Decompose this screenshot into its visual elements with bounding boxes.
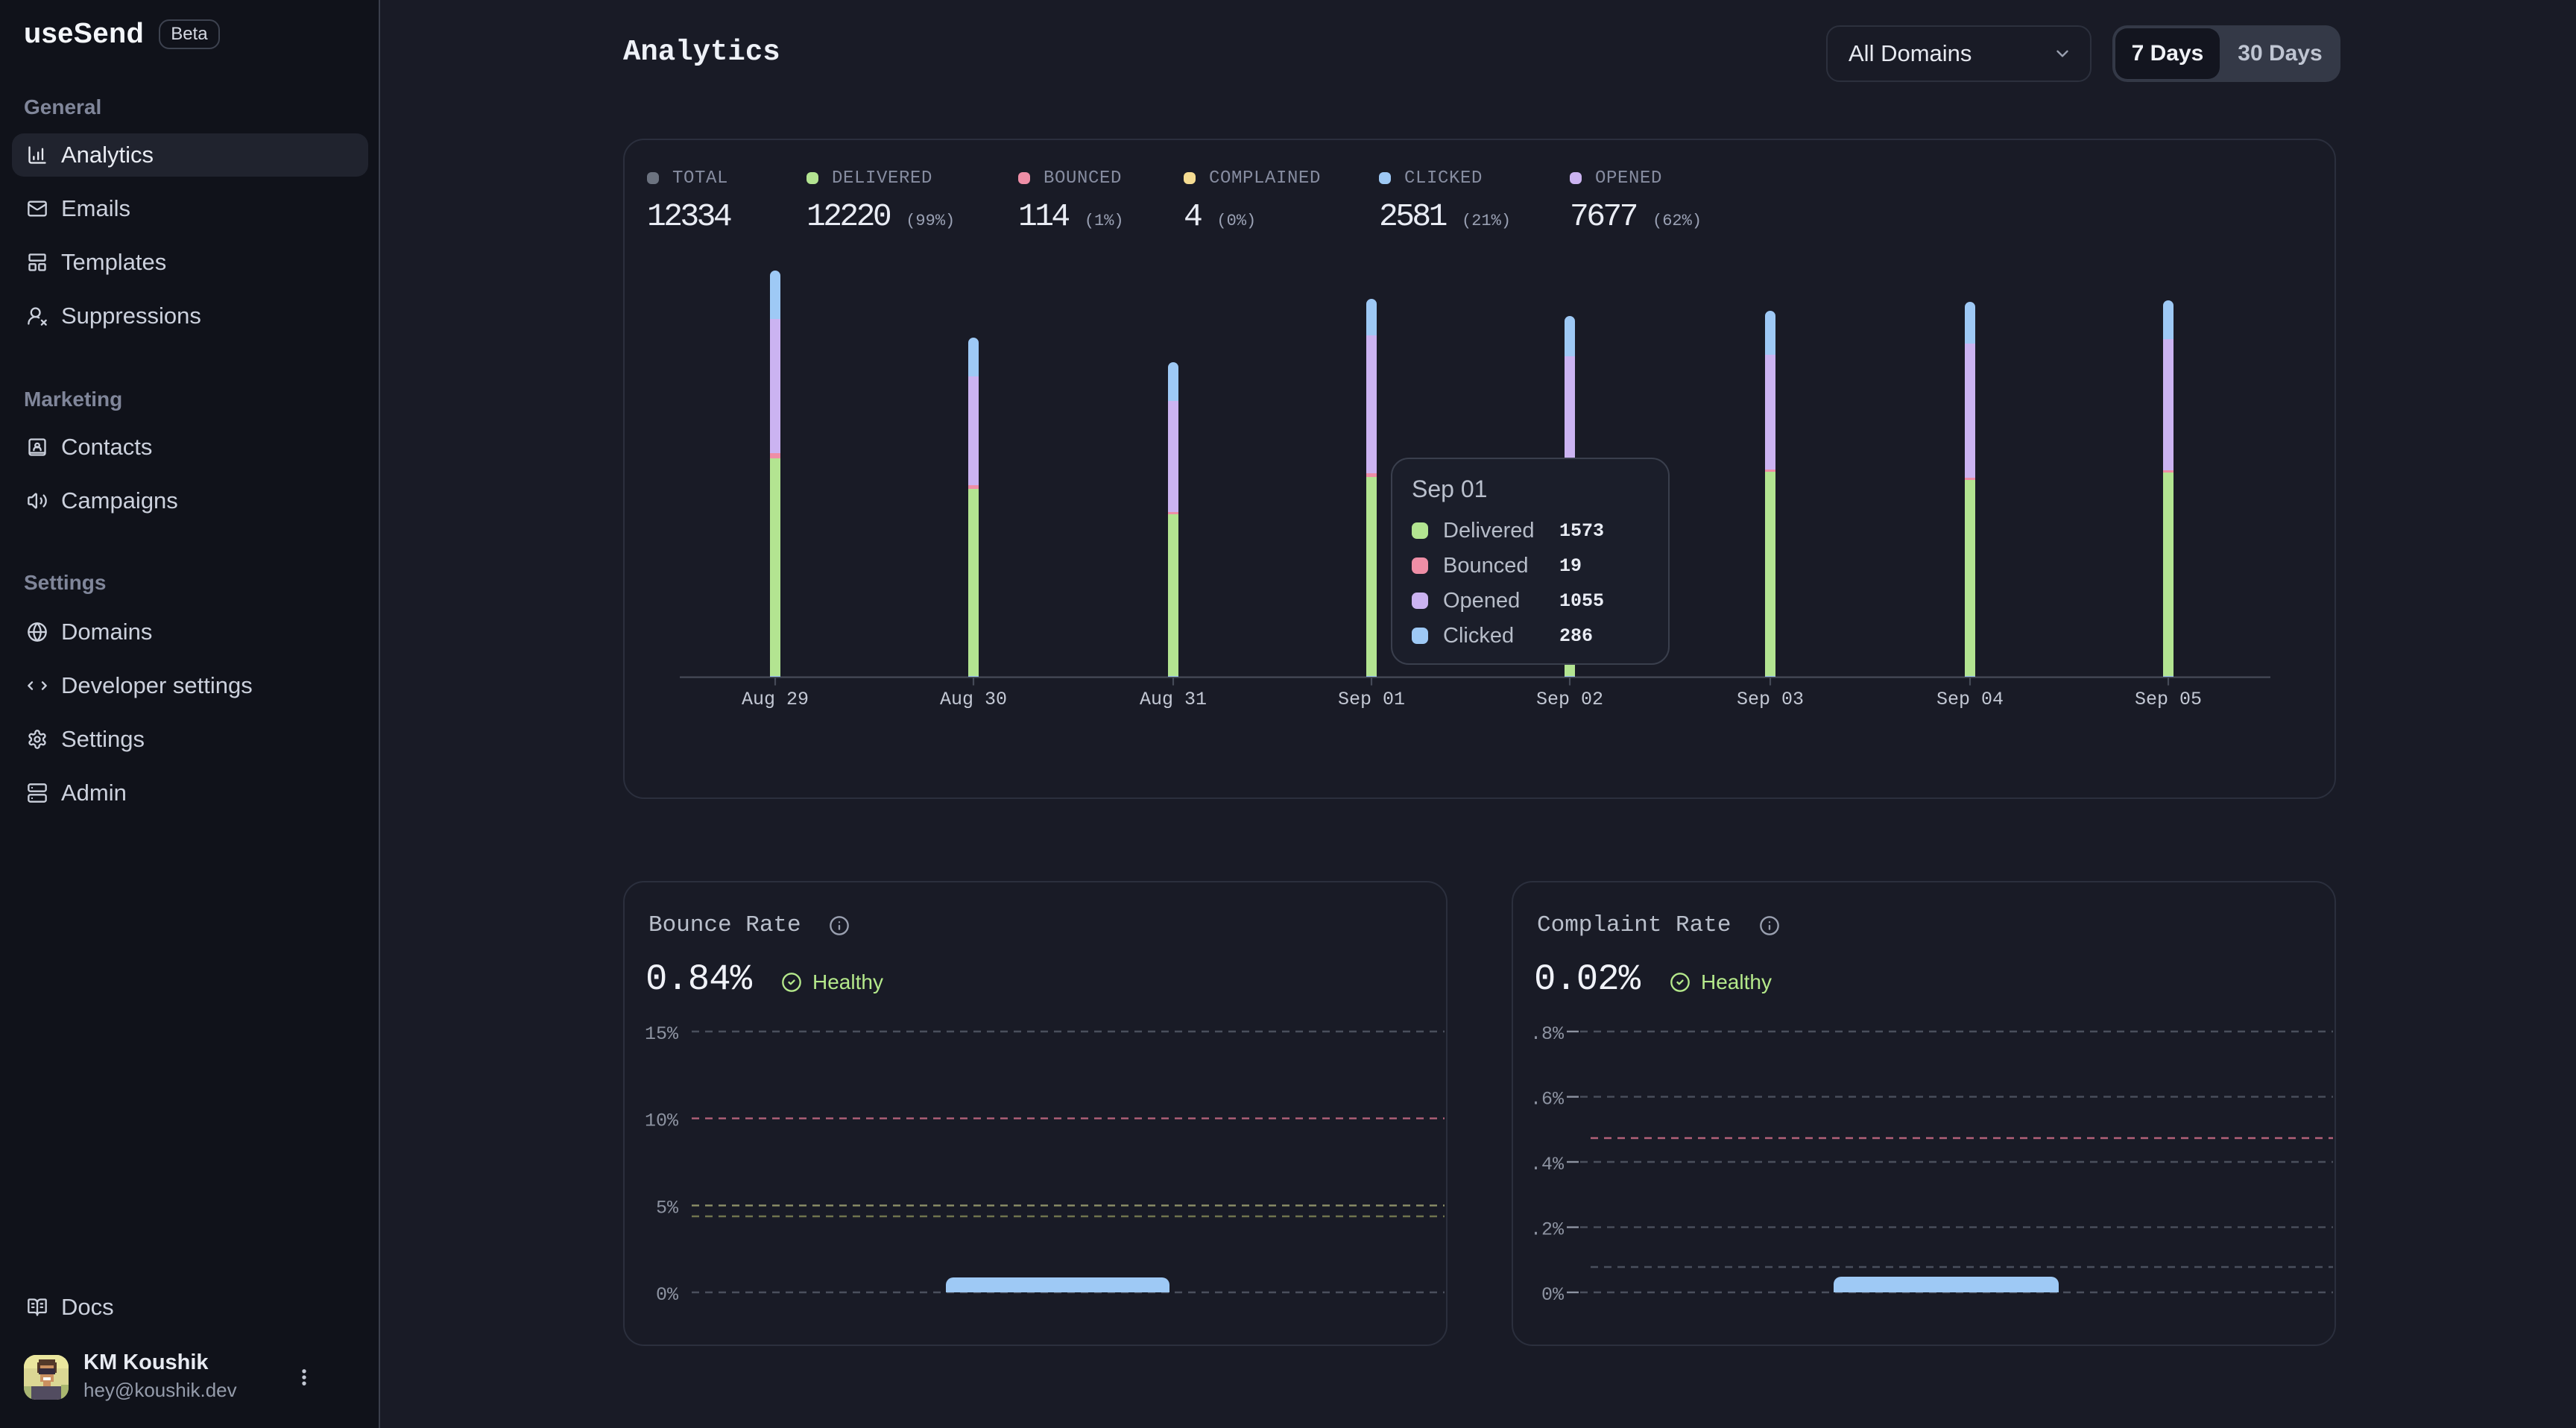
- svg-text:Sep 05: Sep 05: [2135, 689, 2202, 710]
- svg-text:.6%: .6%: [1530, 1089, 1565, 1111]
- svg-text:Sep 02: Sep 02: [1536, 689, 1603, 710]
- svg-text:Aug 29: Aug 29: [742, 689, 809, 710]
- svg-text:.8%: .8%: [1530, 1023, 1565, 1045]
- svg-text:5%: 5%: [656, 1197, 679, 1219]
- svg-text:0%: 0%: [1541, 1284, 1565, 1306]
- svg-text:Aug 30: Aug 30: [940, 689, 1007, 710]
- svg-text:.4%: .4%: [1530, 1154, 1565, 1175]
- svg-text:0%: 0%: [656, 1284, 679, 1306]
- svg-text:.2%: .2%: [1530, 1219, 1565, 1241]
- svg-text:15%: 15%: [645, 1023, 679, 1045]
- svg-text:Aug 31: Aug 31: [1140, 689, 1207, 710]
- svg-text:Sep 01: Sep 01: [1338, 689, 1405, 710]
- svg-text:Sep 03: Sep 03: [1737, 689, 1804, 710]
- svg-text:10%: 10%: [645, 1111, 679, 1132]
- svg-text:Sep 04: Sep 04: [1936, 689, 2004, 710]
